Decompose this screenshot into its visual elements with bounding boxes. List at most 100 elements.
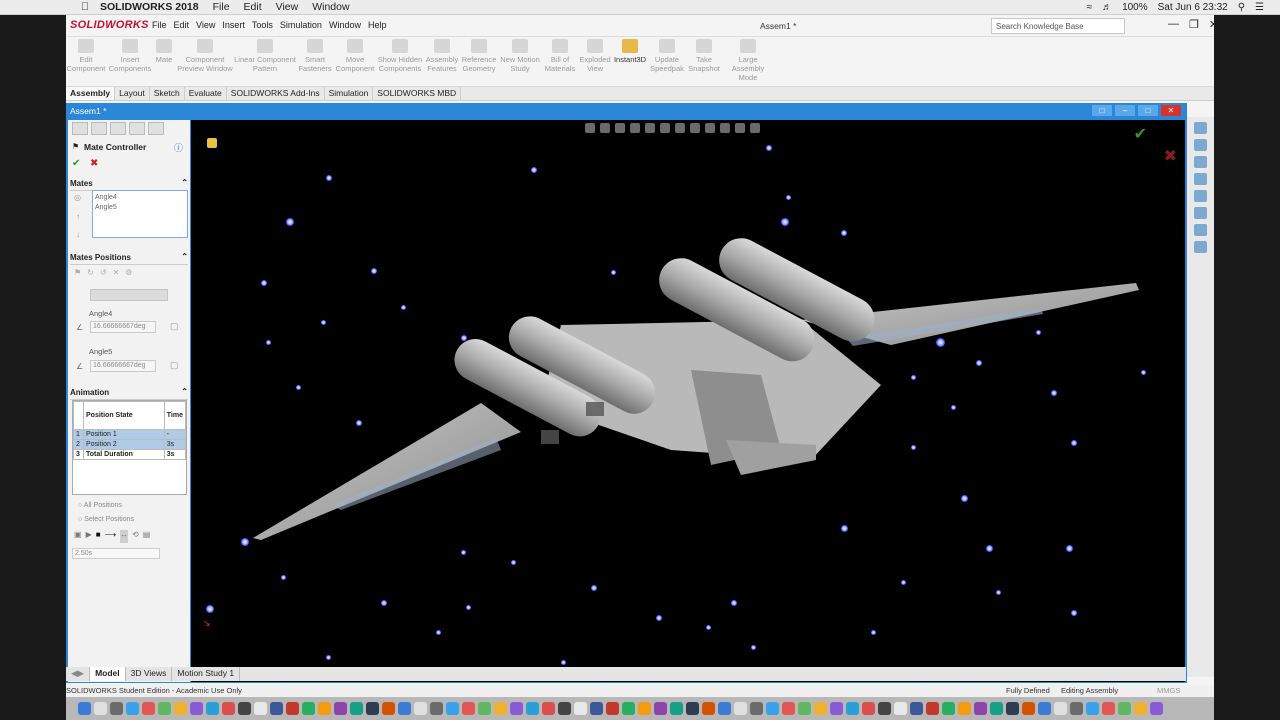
- dock-app-icon[interactable]: [702, 702, 715, 715]
- dock-app-icon[interactable]: [750, 702, 763, 715]
- dock-app-icon[interactable]: [446, 702, 459, 715]
- mac-menu-window[interactable]: Window: [312, 1, 349, 13]
- sw-menu-file[interactable]: File: [152, 20, 167, 30]
- lock-icon[interactable]: ▢: [170, 360, 179, 371]
- dock-app-icon[interactable]: [350, 702, 363, 715]
- dock-app-icon[interactable]: [894, 702, 907, 715]
- reference-geometry-button[interactable]: Reference Geometry: [460, 39, 498, 73]
- search-input[interactable]: Search Knowledge Base: [991, 18, 1125, 34]
- clock[interactable]: Sat Jun 6 23:32: [1158, 2, 1228, 13]
- dock-app-icon[interactable]: [174, 702, 187, 715]
- dock-app-icon[interactable]: [430, 702, 443, 715]
- new-motion-study-button[interactable]: New Motion Study: [498, 39, 542, 73]
- radio-all-positions[interactable]: ○ All Positions: [78, 502, 122, 509]
- display-manager-tab-icon[interactable]: [148, 122, 164, 135]
- dock-app-icon[interactable]: [1022, 702, 1035, 715]
- feature-tree-tab-icon[interactable]: [72, 122, 88, 135]
- dock-app-icon[interactable]: [158, 702, 171, 715]
- dock-app-icon[interactable]: [238, 702, 251, 715]
- sw-menu-insert[interactable]: Insert: [222, 20, 245, 30]
- update-speedpak-button[interactable]: Update Speedpak: [648, 39, 686, 73]
- dock-app-icon[interactable]: [686, 702, 699, 715]
- dock-app-icon[interactable]: [718, 702, 731, 715]
- restore-icon[interactable]: ❐: [1189, 18, 1199, 31]
- tab-model[interactable]: Model: [90, 667, 126, 681]
- move-component-button[interactable]: Move Component: [334, 39, 376, 73]
- dock-app-icon[interactable]: [990, 702, 1003, 715]
- graphics-viewport[interactable]: ✔ ✖ ↘: [191, 120, 1185, 682]
- exploded-view-button[interactable]: Exploded View: [578, 39, 612, 73]
- ok-check-icon[interactable]: ✔: [72, 158, 80, 169]
- angle5-input[interactable]: 16.66666667deg: [90, 360, 156, 372]
- dock-app-icon[interactable]: [126, 702, 139, 715]
- dock-app-icon[interactable]: [110, 702, 123, 715]
- app-menu[interactable]: SOLIDWORKS 2018: [100, 1, 199, 13]
- dock-app-icon[interactable]: [142, 702, 155, 715]
- mate-button[interactable]: Mate: [152, 39, 176, 64]
- dock-app-icon[interactable]: [654, 702, 667, 715]
- insert-components-button[interactable]: Insert Components: [108, 39, 152, 73]
- resources-icon[interactable]: [1194, 139, 1207, 151]
- linear-pattern-button[interactable]: Linear Component Pattern: [234, 39, 296, 73]
- play-forward-icon[interactable]: ⟶: [105, 530, 116, 543]
- dock-app-icon[interactable]: [670, 702, 683, 715]
- sw-menu-window[interactable]: Window: [329, 20, 361, 30]
- sw-menu-simulation[interactable]: Simulation: [280, 20, 322, 30]
- dock-app-icon[interactable]: [622, 702, 635, 715]
- dock-app-icon[interactable]: [830, 702, 843, 715]
- collapse-chevron-icon[interactable]: ⌃: [181, 252, 188, 261]
- dock-app-icon[interactable]: [1150, 702, 1163, 715]
- dock-app-icon[interactable]: [94, 702, 107, 715]
- dock-app-icon[interactable]: [1038, 702, 1051, 715]
- doc-close-icon[interactable]: ✕: [1161, 105, 1181, 116]
- dock-app-icon[interactable]: [862, 702, 875, 715]
- animation-header[interactable]: Animation ⌃: [70, 387, 188, 400]
- dock-app-icon[interactable]: [846, 702, 859, 715]
- dock-app-icon[interactable]: [382, 702, 395, 715]
- dock-app-icon[interactable]: [318, 702, 331, 715]
- collapse-chevron-icon[interactable]: ⌃: [181, 178, 188, 187]
- view-palette-icon[interactable]: [1194, 190, 1207, 202]
- status-units[interactable]: MMGS: [1157, 686, 1180, 695]
- move-down-icon[interactable]: ↓: [76, 230, 80, 239]
- dock-app-icon[interactable]: [1086, 702, 1099, 715]
- reciprocate-icon[interactable]: ⟲: [132, 530, 139, 543]
- component-preview-button[interactable]: Component Preview Window: [176, 39, 234, 73]
- doc-tile-icon[interactable]: □: [1092, 105, 1112, 116]
- tab-scroll-icon[interactable]: ◀▶: [66, 667, 91, 681]
- dock-app-icon[interactable]: [974, 702, 987, 715]
- tab-layout[interactable]: Layout: [115, 87, 150, 100]
- collapse-chevron-icon[interactable]: ⌃: [181, 387, 188, 396]
- custom-properties-icon[interactable]: [1194, 224, 1207, 236]
- dock-app-icon[interactable]: [478, 702, 491, 715]
- play-icon[interactable]: ▶: [86, 530, 92, 543]
- show-hidden-button[interactable]: Show Hidden Components: [376, 39, 424, 73]
- dock-app-icon[interactable]: [510, 702, 523, 715]
- minimize-icon[interactable]: —: [1168, 18, 1179, 31]
- lock-icon[interactable]: ▢: [170, 321, 179, 332]
- tab-simulation[interactable]: Simulation: [325, 87, 374, 100]
- record-icon[interactable]: ▣: [74, 530, 82, 543]
- dock-app-icon[interactable]: [494, 702, 507, 715]
- sw-menu-edit[interactable]: Edit: [174, 20, 190, 30]
- angle4-input[interactable]: 16.66666667deg: [90, 321, 156, 333]
- position-dropdown[interactable]: [90, 289, 168, 301]
- mates-list[interactable]: Angle4 Angle5: [92, 190, 188, 238]
- smart-fasteners-button[interactable]: Smart Fasteners: [296, 39, 334, 73]
- wifi-icon[interactable]: ≈: [1087, 2, 1093, 13]
- dock-app-icon[interactable]: [190, 702, 203, 715]
- dock-app-icon[interactable]: [1134, 702, 1147, 715]
- sw-menu-tools[interactable]: Tools: [252, 20, 273, 30]
- mac-menu-file[interactable]: File: [213, 1, 230, 13]
- dock-app-icon[interactable]: [878, 702, 891, 715]
- dock-app-icon[interactable]: [942, 702, 955, 715]
- dock-app-icon[interactable]: [574, 702, 587, 715]
- dock-app-icon[interactable]: [78, 702, 91, 715]
- tab-evaluate[interactable]: Evaluate: [185, 87, 227, 100]
- tab-3d-views[interactable]: 3D Views: [126, 667, 173, 681]
- dock-app-icon[interactable]: [302, 702, 315, 715]
- solidworks-logo[interactable]: SOLIDWORKS: [70, 19, 149, 31]
- dock-app-icon[interactable]: [638, 702, 651, 715]
- radio-select-positions[interactable]: ○ Select Positions: [78, 516, 134, 523]
- document-tab[interactable]: Assem1 *: [70, 106, 106, 116]
